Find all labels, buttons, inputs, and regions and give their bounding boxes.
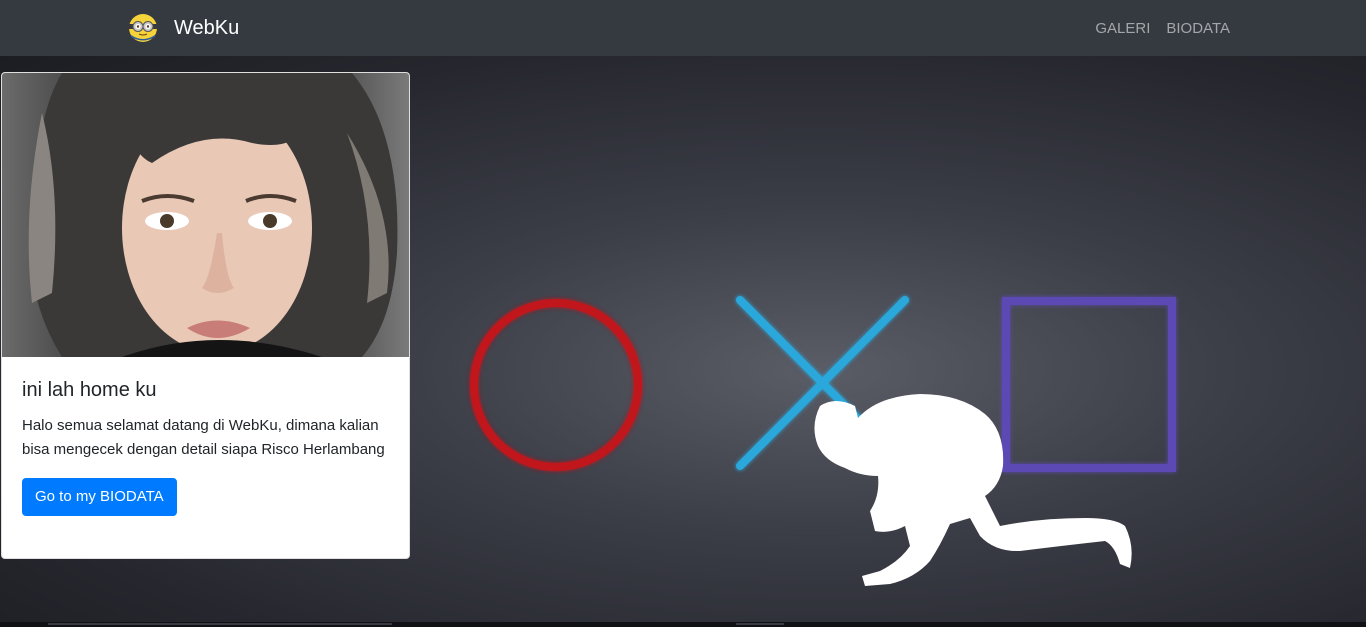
brand-name: WebKu [174, 16, 240, 39]
minion-icon [129, 14, 157, 42]
scroll-indicator [48, 623, 392, 625]
home-card: ini lah home ku Halo semua selamat datan… [1, 72, 410, 559]
nav-links: GALERI BIODATA [1095, 0, 1230, 56]
card-title: ini lah home ku [22, 379, 157, 401]
biodata-button[interactable]: Go to my BIODATA [22, 478, 177, 516]
scroll-indicator [736, 623, 784, 625]
portrait-illustration [28, 73, 398, 357]
navbar: WebKu GALERI BIODATA [0, 0, 1366, 56]
brand-link[interactable]: WebKu [128, 12, 239, 44]
square-symbol [1002, 297, 1176, 472]
figure-silhouette [814, 394, 1132, 586]
card-text: Halo semua selamat datang di WebKu, dima… [22, 417, 385, 458]
nav-link-biodata[interactable]: BIODATA [1166, 20, 1230, 37]
bottom-strip [0, 622, 1366, 627]
nav-link-galeri[interactable]: GALERI [1095, 20, 1150, 37]
circle-symbol [470, 299, 642, 471]
card-body: ini lah home ku Halo semua selamat datan… [2, 357, 409, 536]
profile-photo [2, 73, 409, 357]
